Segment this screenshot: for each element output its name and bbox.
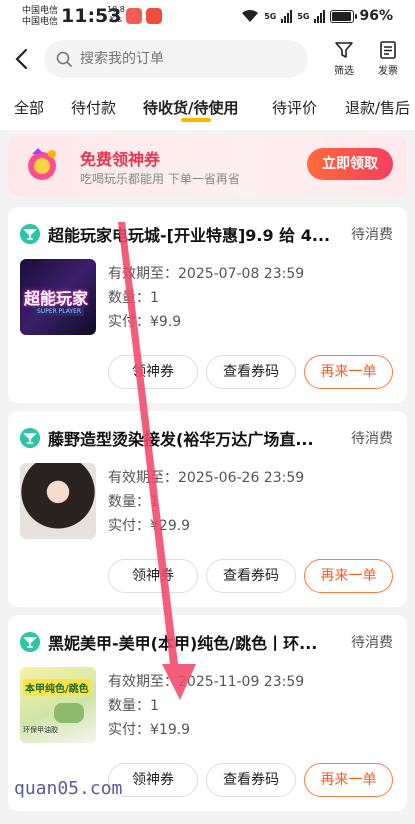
view-code-button[interactable]: 查看券码 [206, 559, 296, 593]
entertainment-tag-icon [20, 224, 40, 244]
order-status: 待消费 [351, 431, 393, 447]
carrier-2: 中国电信 [22, 17, 59, 27]
order-quantity: 数量：1 [108, 290, 159, 306]
filter-icon [335, 42, 353, 58]
status-bar: 中国电信 中国电信 11:53 10.8 K/s 5G 5G 96% [0, 0, 415, 34]
order-paid: 实付：¥19.9 [108, 722, 191, 738]
promo-subtitle: 吃喝玩乐都能用 下单一省再省 [80, 172, 240, 186]
reorder-button[interactable]: 再来一单 [304, 355, 393, 389]
get-coupon-button[interactable]: 领神券 [108, 559, 198, 593]
thumbnail-text: 超能玩家 [24, 289, 89, 308]
order-title[interactable]: 黑妮美甲-美甲(本甲)纯色/跳色丨环... [48, 630, 343, 654]
get-coupon-button[interactable]: 领神券 [108, 355, 198, 389]
view-code-button[interactable]: 查看券码 [206, 355, 296, 389]
back-arrow-icon [15, 48, 28, 70]
filter-label: 筛选 [334, 66, 354, 77]
tab-pending-receipt[interactable]: 待收货/待使用 [143, 97, 238, 118]
search-input[interactable] [80, 51, 280, 67]
tab-pending-review[interactable]: 待评价 [272, 97, 317, 118]
tab-all[interactable]: 全部 [14, 97, 44, 118]
order-quantity: 数量：1 [108, 494, 159, 510]
signal-icon [314, 9, 326, 23]
order-title[interactable]: 藤野造型烫染接发(裕华万达广场直... [48, 426, 343, 450]
signal-label-2: 5G [297, 11, 310, 21]
invoice-label: 发票 [378, 66, 398, 77]
coupon-bag-icon [28, 148, 56, 180]
entertainment-tag-icon [20, 428, 40, 448]
order-paid: 实付：¥29.9 [108, 518, 191, 534]
tab-refund[interactable]: 退款/售后 [345, 97, 410, 118]
order-quantity: 数量：1 [108, 698, 159, 714]
order-thumbnail[interactable]: 超能玩家 SUPER PLAYER [20, 259, 96, 335]
order-expiry: 有效期至：2025-06-26 23:59 [108, 470, 305, 486]
promo-title: 免费领神券 [80, 150, 161, 169]
order-expiry: 有效期至：2025-07-08 23:59 [108, 266, 305, 282]
order-card[interactable]: 超能玩家电玩城-[开业特惠]9.9 给 4... 待消费 超能玩家 SUPER … [8, 207, 407, 403]
carrier-1: 中国电信 [22, 6, 59, 16]
invoice-icon [380, 41, 396, 59]
order-thumbnail[interactable] [20, 463, 96, 539]
thumbnail-text: 本甲纯色/跳色 [23, 679, 91, 696]
status-right: 5G 5G 96% [241, 8, 393, 24]
net-speed: 10.8 K/s [107, 5, 125, 25]
search-icon [56, 51, 72, 67]
view-code-button[interactable]: 查看券码 [206, 763, 296, 797]
wifi-icon [242, 9, 259, 22]
order-status: 待消费 [351, 635, 393, 651]
order-status: 待消费 [351, 227, 393, 243]
tab-pending-payment[interactable]: 待付款 [71, 97, 116, 118]
order-expiry: 有效期至：2025-11-09 23:59 [108, 674, 305, 690]
carrier-info: 中国电信 中国电信 [22, 6, 58, 28]
net-speed-value: 10.8 [107, 5, 125, 14]
thumbnail-subtext: 环保甲油胶 [23, 726, 58, 734]
filter-button[interactable]: 筛选 [327, 40, 361, 77]
coupon-promo-banner[interactable]: 免费领神券 吃喝玩乐都能用 下单一省再省 立即领取 [8, 136, 407, 196]
search-bar[interactable] [44, 40, 308, 78]
thumbnail-subtext: SUPER PLAYER [34, 307, 85, 316]
app-notification-icon [126, 8, 142, 24]
order-paid: 实付：¥9.9 [108, 314, 182, 330]
app-notification-icon [146, 8, 162, 24]
signal-icon [281, 9, 293, 23]
header: 筛选 发票 [0, 34, 415, 86]
claim-coupon-button[interactable]: 立即领取 [307, 148, 393, 180]
battery-percent: 96% [359, 8, 393, 24]
net-speed-unit: K/s [109, 15, 122, 24]
back-button[interactable] [14, 48, 34, 72]
order-tabs: 全部 待付款 待收货/待使用 待评价 退款/售后 [0, 86, 415, 130]
order-card[interactable]: 藤野造型烫染接发(裕华万达广场直... 待消费 有效期至：2025-06-26 … [8, 411, 407, 607]
watermark: quan05.com [14, 778, 123, 799]
order-thumbnail[interactable]: 本甲纯色/跳色 环保甲油胶 [20, 667, 96, 743]
battery-icon [330, 9, 358, 23]
reorder-button[interactable]: 再来一单 [304, 559, 393, 593]
signal-label-1: 5G [264, 11, 277, 21]
invoice-button[interactable]: 发票 [371, 40, 405, 77]
order-title[interactable]: 超能玩家电玩城-[开业特惠]9.9 给 4... [48, 222, 343, 246]
reorder-button[interactable]: 再来一单 [304, 763, 393, 797]
nail-illustration [54, 703, 84, 723]
active-tab-indicator [181, 118, 211, 122]
entertainment-tag-icon [20, 632, 40, 652]
